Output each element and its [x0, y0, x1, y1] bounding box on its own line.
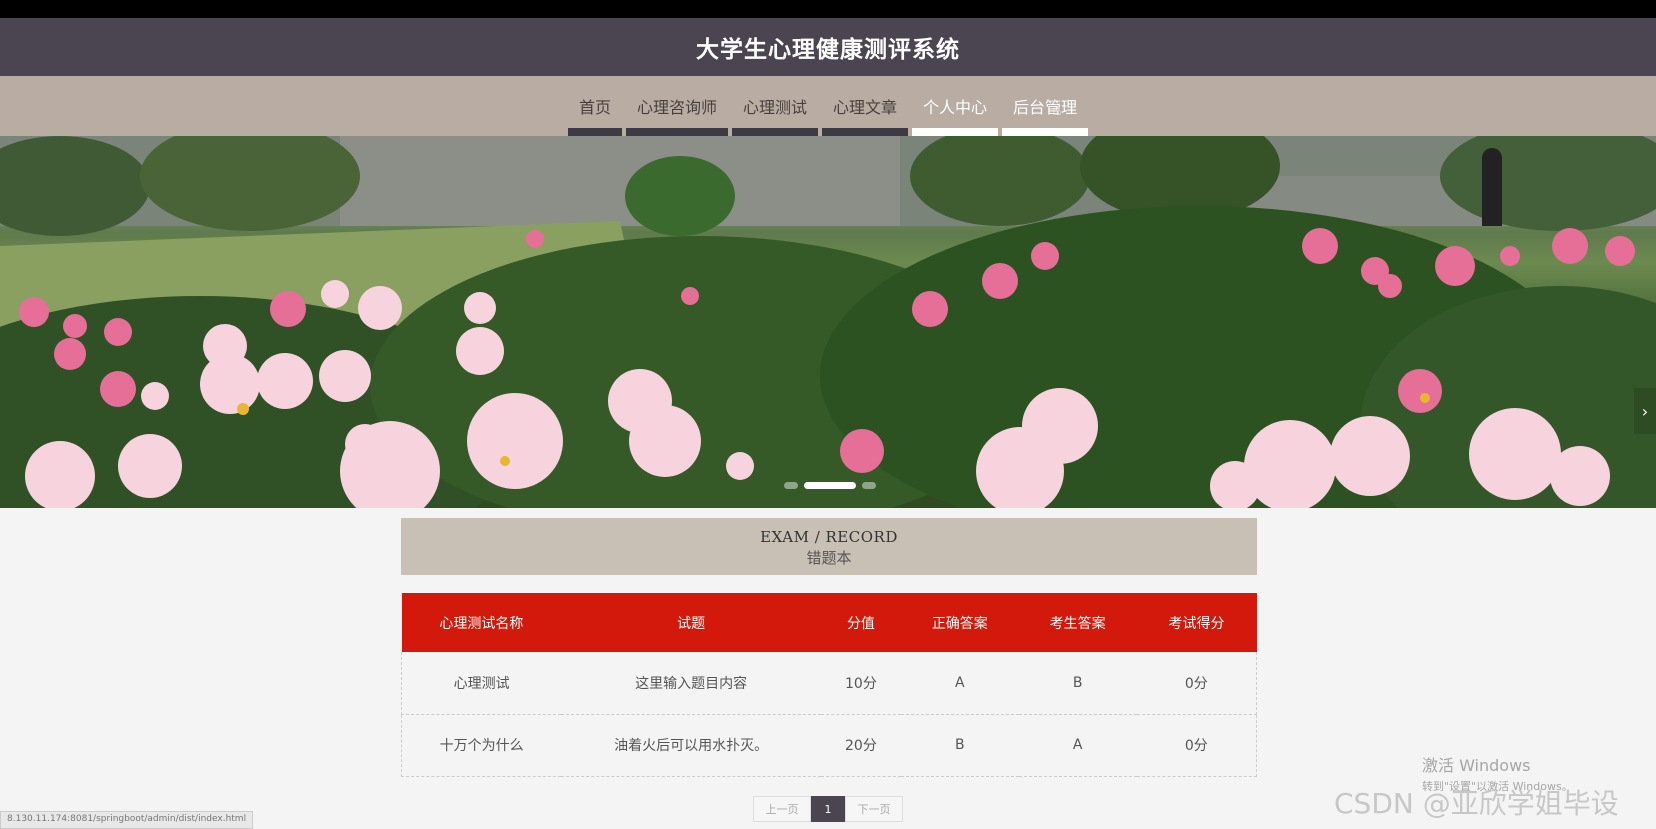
- carousel-next-button[interactable]: ›: [1634, 388, 1656, 434]
- carousel-dot-active[interactable]: [804, 482, 856, 489]
- table-cell: 心理测试: [401, 652, 562, 715]
- column-header: 正确答案: [900, 593, 1019, 652]
- table-cell: A: [900, 652, 1019, 715]
- column-header: 心理测试名称: [401, 593, 562, 652]
- nav-item-personal-center[interactable]: 个人中心: [910, 76, 1000, 136]
- csdn-watermark: CSDN @亚欣学姐毕设: [1334, 787, 1619, 820]
- table-row[interactable]: 十万个为什么 油着火后可以用水扑灭。 20分 B A 0分: [401, 714, 1257, 777]
- carousel-dot[interactable]: [784, 482, 798, 489]
- nav-item-label: 个人中心: [923, 98, 988, 117]
- table-cell: 0分: [1136, 714, 1257, 777]
- site-header: 大学生心理健康测评系统: [0, 18, 1656, 76]
- current-page-button[interactable]: 1: [811, 796, 845, 822]
- browser-viewport: 大学生心理健康测评系统 首页 心理咨询师 心理测试 心理文章 个人中心 后台管理…: [0, 18, 1656, 829]
- section-header: EXAM / RECORD 错题本: [401, 518, 1257, 575]
- status-bar-url: 8.130.11.174:8081/springboot/admin/dist/…: [0, 811, 254, 829]
- column-header: 考试得分: [1136, 593, 1257, 652]
- table-cell: 油着火后可以用水扑灭。: [561, 714, 821, 777]
- table-cell: 10分: [820, 652, 901, 715]
- column-header: 试题: [561, 593, 821, 652]
- table-cell: 0分: [1136, 652, 1257, 715]
- table-cell: A: [1018, 714, 1137, 777]
- site-title: 大学生心理健康测评系统: [696, 37, 960, 63]
- column-header: 考生答案: [1018, 593, 1137, 652]
- nav-item-label: 首页: [578, 98, 611, 117]
- table-cell: B: [900, 714, 1019, 777]
- nav-item-articles[interactable]: 心理文章: [820, 76, 910, 136]
- prev-page-button[interactable]: 上一页: [753, 796, 811, 822]
- chevron-right-icon: ›: [1641, 401, 1649, 421]
- carousel-dots: [784, 482, 876, 489]
- nav-item-bar: [912, 128, 999, 136]
- pagination: 上一页 1 下一页: [753, 796, 903, 822]
- nav-item-label: 后台管理: [1013, 98, 1078, 117]
- main-nav: 首页 心理咨询师 心理测试 心理文章 个人中心 后台管理: [0, 76, 1656, 136]
- nav-item-test[interactable]: 心理测试: [730, 76, 820, 136]
- nav-item-admin[interactable]: 后台管理: [1000, 76, 1090, 136]
- nav-item-bar: [567, 128, 622, 136]
- nav-item-counselor[interactable]: 心理咨询师: [624, 76, 730, 136]
- nav-item-bar: [822, 128, 909, 136]
- section-title-en: EXAM / RECORD: [760, 528, 898, 546]
- banner-carousel: ›: [0, 136, 1656, 508]
- nav-item-label: 心理文章: [833, 98, 898, 117]
- table-header-row: 心理测试名称 试题 分值 正确答案 考生答案 考试得分: [401, 593, 1257, 652]
- table-row[interactable]: 心理测试 这里输入题目内容 10分 A B 0分: [401, 652, 1257, 715]
- table-cell: 这里输入题目内容: [561, 652, 821, 715]
- nav-item-bar: [731, 128, 818, 136]
- banner-image: [0, 136, 1656, 508]
- nav-item-bar: [1002, 128, 1089, 136]
- nav-item-label: 心理咨询师: [636, 98, 717, 117]
- wrong-answers-table: 心理测试名称 试题 分值 正确答案 考生答案 考试得分 心理测试 这里输入题目内…: [401, 593, 1257, 777]
- table-cell: B: [1018, 652, 1137, 715]
- section-title-cn: 错题本: [806, 549, 852, 567]
- nav-item-bar: [625, 128, 728, 136]
- table-cell: 20分: [820, 714, 901, 777]
- hand-cursor-icon: ☝: [1052, 100, 1062, 119]
- next-page-button[interactable]: 下一页: [845, 796, 903, 822]
- windows-activation-title: 激活 Windows: [1422, 756, 1531, 775]
- table-cell: 十万个为什么: [401, 714, 562, 777]
- column-header: 分值: [820, 593, 901, 652]
- nav-item-home[interactable]: 首页: [566, 76, 624, 136]
- carousel-dot[interactable]: [862, 482, 876, 489]
- nav-item-label: 心理测试: [742, 98, 807, 117]
